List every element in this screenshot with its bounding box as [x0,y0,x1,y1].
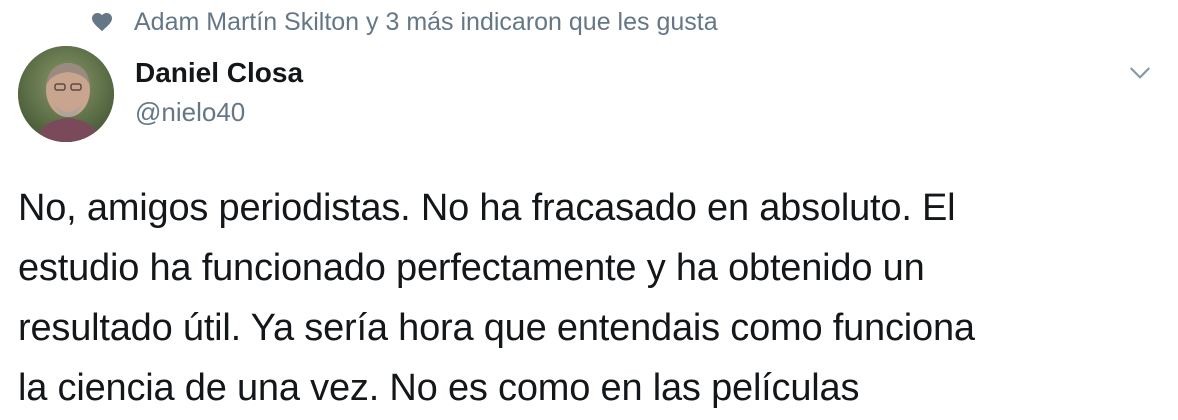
user-handle[interactable]: @nielo40 [135,96,245,128]
social-context-text[interactable]: Adam Martín Skilton y 3 más indicaron qu… [134,8,718,37]
display-name[interactable]: Daniel Closa [135,56,303,90]
heart-icon [88,8,116,36]
tweet-text: No, amigos periodistas. No ha fracasado … [18,187,975,409]
social-context[interactable]: Adam Martín Skilton y 3 más indicaron qu… [88,6,718,38]
tweet-menu-button[interactable] [1123,56,1157,90]
chevron-down-icon [1130,67,1150,79]
avatar[interactable] [18,46,114,142]
